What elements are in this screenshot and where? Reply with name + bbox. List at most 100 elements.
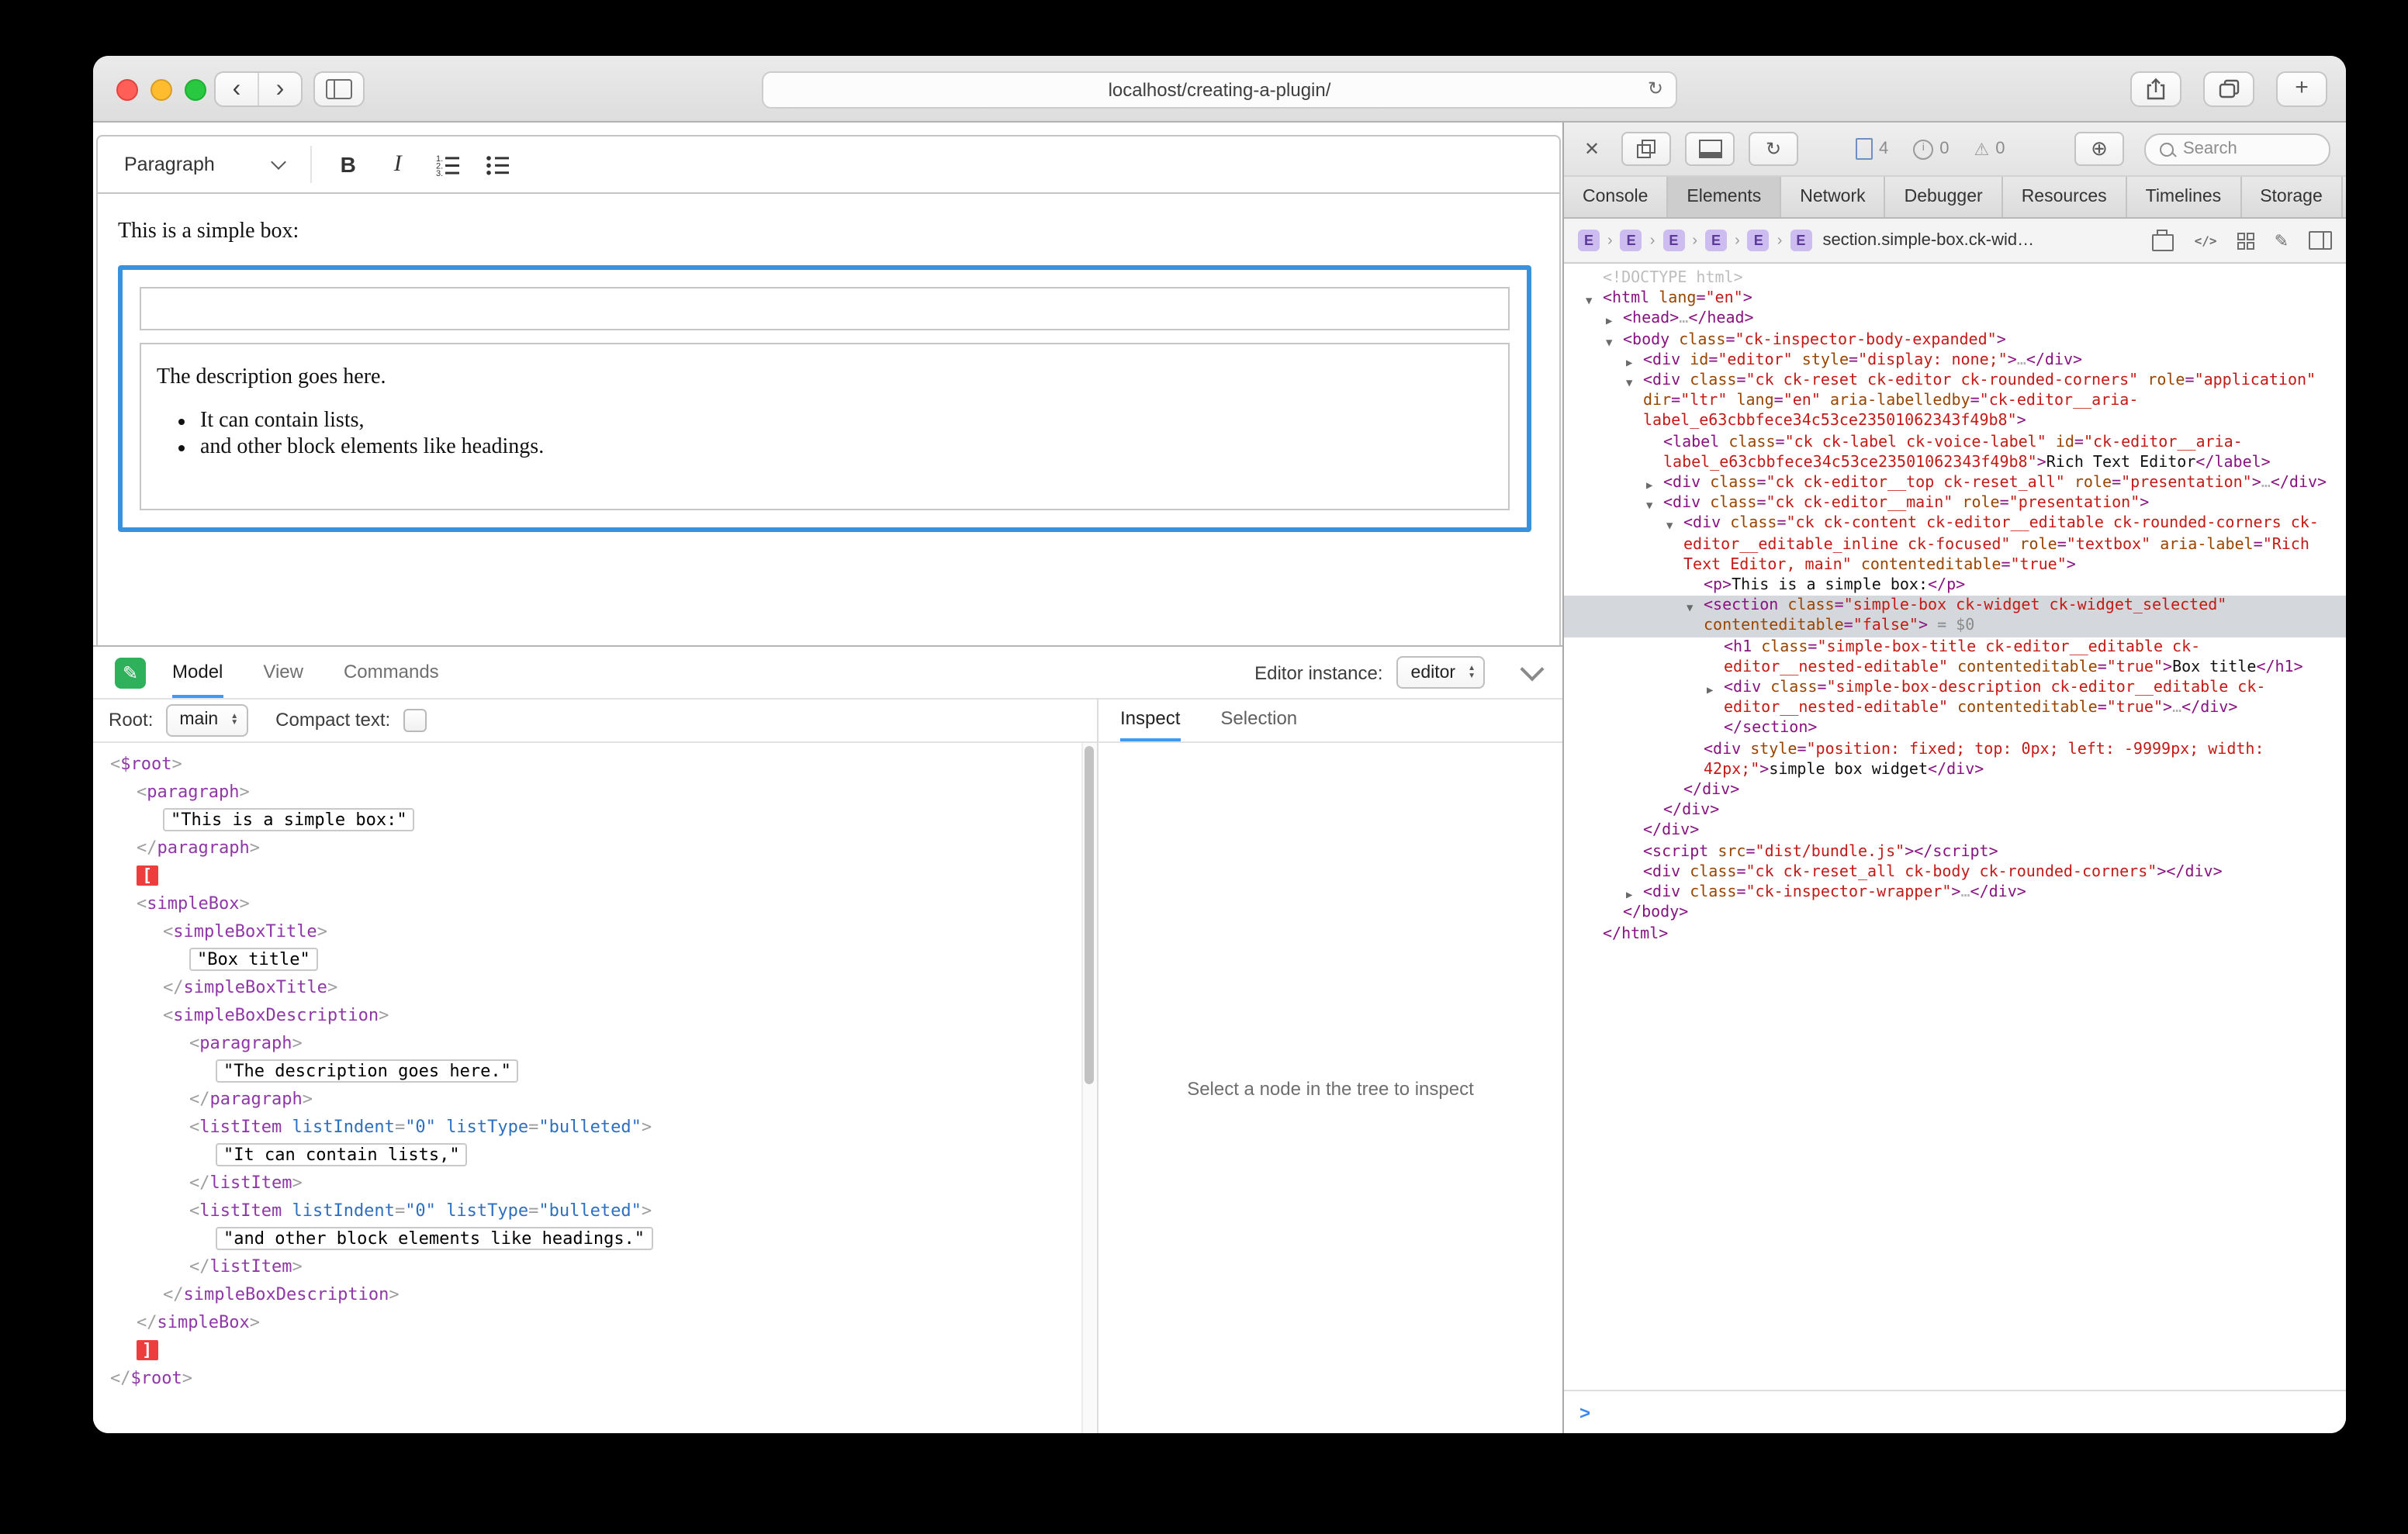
devtools-search-input[interactable]: Search xyxy=(2144,133,2330,165)
issue-count-badge[interactable]: i0 xyxy=(1913,139,1949,159)
dom-tree-line[interactable]: <h1 class="simple-box-title ck-editor__e… xyxy=(1564,637,2346,678)
dom-tree-line[interactable]: <p>This is a simple box:</p> xyxy=(1564,575,2346,596)
scrollbar-thumb[interactable] xyxy=(1085,746,1094,1084)
dom-tree-line[interactable]: ▶<div id="editor" style="display: none;"… xyxy=(1564,351,2346,371)
numbered-list-button[interactable]: 1.2.3. xyxy=(424,143,471,186)
side-tab-inspect[interactable]: Inspect xyxy=(1120,698,1180,741)
editor-paragraph[interactable]: This is a simple box: xyxy=(118,220,1531,245)
dom-tree-line[interactable]: <div style="position: fixed; top: 0px; l… xyxy=(1564,739,2346,780)
details-sidebar-icon[interactable] xyxy=(2309,231,2332,250)
dom-tree-line[interactable]: </div> xyxy=(1564,780,2346,800)
devtools-tab-console[interactable]: Console xyxy=(1564,177,1668,217)
model-tree-line[interactable]: </paragraph> xyxy=(93,834,1097,862)
model-tree-line[interactable]: <listItem listIndent="0" listType="bulle… xyxy=(93,1114,1097,1142)
model-tree-line[interactable]: <simpleBoxTitle> xyxy=(93,918,1097,946)
devtools-tab-debugger[interactable]: Debugger xyxy=(1886,177,2003,217)
address-bar[interactable]: localhost/creating-a-plugin/ ↻ xyxy=(762,71,1677,109)
warning-count-badge[interactable]: ⚠0 xyxy=(1974,139,2005,159)
devtools-close-button[interactable]: ✕ xyxy=(1576,133,1607,164)
dom-tree-line[interactable]: ▶<div class="simple-box-description ck-e… xyxy=(1564,678,2346,719)
model-tree-line[interactable]: <simpleBox> xyxy=(93,890,1097,918)
show-source-icon[interactable]: </> xyxy=(2195,233,2217,247)
collapse-arrow-icon[interactable]: ▼ xyxy=(1626,374,1632,394)
detach-window-button[interactable] xyxy=(1621,132,1671,166)
zoom-window-button[interactable] xyxy=(185,79,206,101)
description-paragraph[interactable]: The description goes here. xyxy=(157,366,1493,391)
model-tree-line[interactable]: "and other block elements like headings.… xyxy=(93,1225,1097,1253)
side-tab-selection[interactable]: Selection xyxy=(1220,698,1297,741)
ck-tab-view[interactable]: View xyxy=(263,647,303,698)
breadcrumb-element-badge[interactable]: E xyxy=(1578,230,1600,251)
expand-arrow-icon[interactable]: ▶ xyxy=(1707,681,1713,701)
ck-tab-commands[interactable]: Commands xyxy=(344,647,439,698)
dom-tree-line[interactable]: </body> xyxy=(1564,903,2346,924)
breadcrumb-element-badge[interactable]: E xyxy=(1748,230,1770,251)
dom-tree-line[interactable]: ▼<div class="ck ck-editor__main" role="p… xyxy=(1564,493,2346,513)
new-tab-button[interactable]: + xyxy=(2276,71,2327,107)
back-button[interactable]: ‹ xyxy=(216,73,258,105)
devtools-tab-timelines[interactable]: Timelines xyxy=(2127,177,2242,217)
simple-box-title-field[interactable] xyxy=(140,287,1510,330)
editor-instance-select[interactable]: editor ▲▼ xyxy=(1397,656,1485,689)
dom-tree-line[interactable]: </div> xyxy=(1564,821,2346,841)
forward-button[interactable]: › xyxy=(258,73,301,105)
tab-overview-button[interactable] xyxy=(2203,71,2254,107)
dom-tree-line[interactable]: ▼<section class="simple-box ck-widget ck… xyxy=(1564,596,2346,637)
collapse-arrow-icon[interactable]: ▼ xyxy=(1687,599,1693,620)
paragraph-style-dropdown[interactable]: Paragraph xyxy=(110,143,299,186)
dom-tree-line[interactable]: ▶<head>…</head> xyxy=(1564,309,2346,330)
dock-bottom-button[interactable] xyxy=(1685,132,1735,166)
close-window-button[interactable] xyxy=(116,79,138,101)
model-tree-line[interactable]: </simpleBoxTitle> xyxy=(93,974,1097,1002)
resource-count-badge[interactable]: 4 xyxy=(1856,138,1888,160)
simple-box-description-field[interactable]: The description goes here. It can contai… xyxy=(140,343,1510,510)
model-tree-line[interactable]: "It can contain lists," xyxy=(93,1142,1097,1170)
breadcrumb-element-badge[interactable]: E xyxy=(1790,230,1811,251)
breadcrumb-element-badge[interactable]: E xyxy=(1621,230,1642,251)
dom-tree-line[interactable]: <!DOCTYPE html> xyxy=(1564,268,2346,288)
element-picker-button[interactable]: ⊕ xyxy=(2074,132,2124,166)
dom-tree-line[interactable]: </div> xyxy=(1564,801,2346,821)
list-item[interactable]: It can contain lists, xyxy=(200,409,1493,434)
dom-tree-line[interactable]: ▶<div class="ck ck-editor__top ck-reset_… xyxy=(1564,473,2346,493)
compact-text-checkbox[interactable] xyxy=(403,708,426,731)
dom-tree-line[interactable]: ▼<body class="ck-inspector-body-expanded… xyxy=(1564,330,2346,350)
dom-tree-line[interactable]: ▼<div class="ck ck-content ck-editor__ed… xyxy=(1564,514,2346,575)
dom-tree-line[interactable]: </html> xyxy=(1564,924,2346,944)
breadcrumb-element-badge[interactable]: E xyxy=(1662,230,1684,251)
collapse-arrow-icon[interactable]: ▼ xyxy=(1666,517,1673,537)
layout-grid-icon[interactable] xyxy=(2237,232,2254,249)
model-tree-line[interactable]: <simpleBoxDescription> xyxy=(93,1002,1097,1030)
model-tree-line[interactable]: </simpleBox> xyxy=(93,1309,1097,1337)
dom-tree-line[interactable]: <script src="dist/bundle.js"></script> xyxy=(1564,841,2346,862)
model-tree-line[interactable]: </listItem> xyxy=(93,1170,1097,1197)
model-tree-line[interactable]: <$root> xyxy=(93,751,1097,779)
print-styles-icon[interactable] xyxy=(2153,233,2174,250)
italic-button[interactable]: I xyxy=(375,143,421,186)
model-tree-line[interactable]: <paragraph> xyxy=(93,779,1097,807)
dom-tree-line[interactable]: <label class="ck ck-label ck-voice-label… xyxy=(1564,432,2346,473)
devtools-tab-network[interactable]: Network xyxy=(1781,177,1885,217)
share-button[interactable] xyxy=(2130,71,2181,107)
dom-tree-line[interactable]: ▼<html lang="en"> xyxy=(1564,288,2346,309)
dom-tree-line[interactable]: </section> xyxy=(1564,719,2346,739)
devtools-tab-storage[interactable]: Storage xyxy=(2241,177,2343,217)
devtools-reload-button[interactable]: ↻ xyxy=(1749,132,1798,166)
model-tree-line[interactable]: <paragraph> xyxy=(93,1030,1097,1058)
collapse-inspector-button[interactable] xyxy=(1520,656,1544,680)
selection-marker-line[interactable]: [ xyxy=(93,862,1097,890)
model-tree-line[interactable]: </listItem> xyxy=(93,1253,1097,1281)
devtools-tab-elements[interactable]: Elements xyxy=(1668,177,1781,217)
model-tree-line[interactable]: </paragraph> xyxy=(93,1086,1097,1114)
model-tree-line[interactable]: "Box title" xyxy=(93,946,1097,974)
simple-box-widget[interactable]: The description goes here. It can contai… xyxy=(118,265,1531,532)
devtools-tab-resources[interactable]: Resources xyxy=(2003,177,2127,217)
list-item[interactable]: and other block elements like headings. xyxy=(200,436,1493,461)
root-select[interactable]: main ▲▼ xyxy=(165,703,247,736)
selection-marker-line[interactable]: ] xyxy=(93,1337,1097,1365)
bulleted-list-button[interactable] xyxy=(474,143,521,186)
model-tree-scrollbar[interactable] xyxy=(1081,743,1097,1433)
breadcrumb-element-badge[interactable]: E xyxy=(1705,230,1727,251)
dom-tree-line[interactable]: <div class="ck ck-reset_all ck-body ck-r… xyxy=(1564,862,2346,883)
reload-icon[interactable]: ↻ xyxy=(1648,78,1663,99)
